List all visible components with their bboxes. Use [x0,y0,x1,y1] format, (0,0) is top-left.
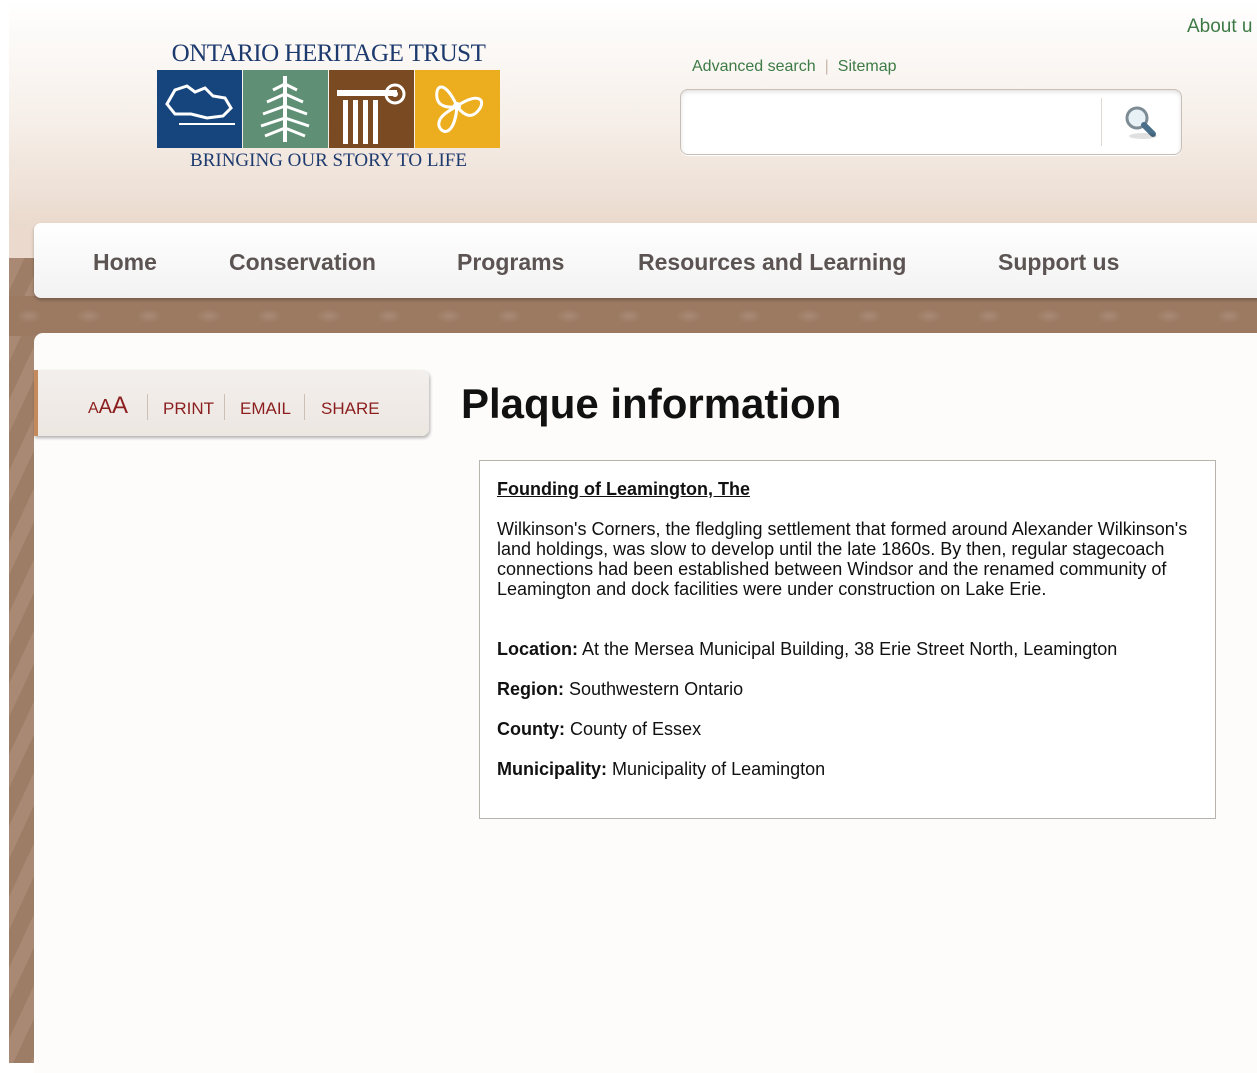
tool-separator [147,394,148,420]
nav-resources-and-learning[interactable]: Resources and Learning [638,249,906,276]
column-icon [329,70,414,148]
municipality-label: Municipality: [497,759,608,779]
location-field: Location: At the Mersea Municipal Buildi… [497,639,1117,660]
municipality-value: Municipality of Leamington [612,759,826,779]
plaque-text: Wilkinson's Corners, the fledgling settl… [497,519,1188,599]
email-link[interactable]: EMAIL [240,399,291,419]
nav-programs[interactable]: Programs [457,249,564,276]
search-button[interactable] [1111,98,1171,146]
print-link[interactable]: PRINT [163,399,214,419]
tool-separator [304,394,305,420]
search-input[interactable] [687,96,1101,148]
logo-tiles [157,70,500,148]
share-link[interactable]: SHARE [321,399,380,419]
magnifier-icon [1125,106,1157,139]
county-value: County of Essex [570,719,702,739]
nav-support-us[interactable]: Support us [998,249,1119,276]
tool-separator [224,394,225,420]
nav-home[interactable]: Home [93,249,157,276]
county-label: County: [497,719,565,739]
link-separator: | [824,58,829,75]
pine-tree-icon [243,70,328,148]
region-field: Region: Southwestern Ontario [497,679,743,700]
region-label: Region: [497,679,564,699]
text-size-small[interactable]: A [88,400,99,418]
search-box [680,89,1182,155]
page-title: Plaque information [461,380,842,427]
left-edge [0,0,9,1063]
text-size-medium[interactable]: A [99,396,112,419]
advanced-search-link[interactable]: Advanced search [692,58,816,75]
page-tools-bar: AAA PRINT EMAIL SHARE [34,370,429,436]
site-logo[interactable]: ONTARIO HERITAGE TRUST BRINGING OUR STOR… [156,40,501,175]
nav-conservation[interactable]: Conservation [229,249,376,276]
about-us-link[interactable]: About u [1187,16,1253,38]
search-divider [1101,98,1102,146]
county-field: County: County of Essex [497,719,701,740]
location-label: Location: [497,639,578,659]
location-value: At the Mersea Municipal Building, 38 Eri… [582,639,1118,659]
ontario-map-icon [157,70,242,148]
main-navigation: Home Conservation Programs Resources and… [34,223,1257,298]
decorative-pattern-band [9,296,1257,336]
region-value: Southwestern Ontario [569,679,744,699]
plaque-name: Founding of Leamington, The [497,479,750,499]
plaque-info-box: Founding of Leamington, The Wilkinson's … [479,460,1216,819]
text-size-large[interactable]: A [112,392,128,420]
sitemap-link[interactable]: Sitemap [838,58,897,75]
text-size-control[interactable]: AAA [88,392,128,420]
trillium-icon [415,70,500,148]
logo-tagline: BRINGING OUR STORY TO LIFE [190,150,467,171]
logo-title: ONTARIO HERITAGE TRUST [171,40,486,67]
municipality-field: Municipality: Municipality of Leamington [497,759,825,780]
utility-links: Advanced search | Sitemap [692,58,897,76]
